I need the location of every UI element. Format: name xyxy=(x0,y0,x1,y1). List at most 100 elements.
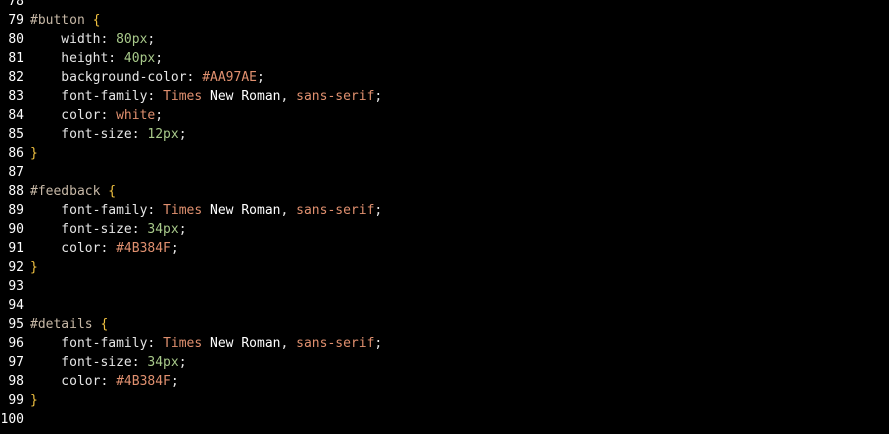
code-line[interactable]: 95 #details { xyxy=(0,315,889,334)
code-token: white xyxy=(116,108,156,123)
code-line[interactable]: 80 width: 80px; xyxy=(0,30,889,49)
line-number: 93 xyxy=(8,279,24,294)
code-line[interactable]: 79 #button { xyxy=(0,11,889,30)
code-token: ; xyxy=(155,51,164,66)
line-number: 78 xyxy=(8,0,24,9)
code-token: font-family: xyxy=(30,89,164,104)
line-number: 81 xyxy=(8,51,24,66)
line-number: 89 xyxy=(8,203,24,218)
code-line[interactable]: 94 xyxy=(0,296,889,315)
code-line[interactable]: 85 font-size: 12px; xyxy=(0,125,889,144)
code-line[interactable]: 90 font-size: 34px; xyxy=(0,220,889,239)
code-line[interactable]: 92} xyxy=(0,258,889,277)
code-text: font-family: Times New Roman, sans-serif… xyxy=(30,87,382,106)
code-token: ; xyxy=(147,32,156,47)
code-token: #button xyxy=(30,13,93,28)
code-token: #4B384F xyxy=(116,374,171,389)
code-token: 12px xyxy=(147,127,179,142)
code-line[interactable]: 98 color: #4B384F; xyxy=(0,372,889,391)
code-line[interactable]: 93 xyxy=(0,277,889,296)
line-number: 97 xyxy=(8,355,24,370)
code-token: height: xyxy=(30,51,124,66)
code-line[interactable]: 97 font-size: 34px; xyxy=(0,353,889,372)
code-token: ; xyxy=(256,70,265,85)
code-line[interactable]: 84 color: white; xyxy=(0,106,889,125)
code-token: } xyxy=(30,260,38,275)
code-token: ; xyxy=(374,89,383,104)
code-token: { xyxy=(108,184,117,199)
code-token: font-family: xyxy=(30,203,164,218)
code-line[interactable]: 83 font-family: Times New Roman, sans-se… xyxy=(0,87,889,106)
code-line[interactable]: 81 height: 40px; xyxy=(0,49,889,68)
code-text: width: 80px; xyxy=(30,30,155,49)
code-token: { xyxy=(92,13,101,28)
code-text: color: white; xyxy=(30,106,163,125)
line-number: 94 xyxy=(8,298,24,313)
code-token: ; xyxy=(178,222,187,237)
code-line[interactable]: 100 xyxy=(0,410,889,429)
code-line[interactable]: 86} xyxy=(0,144,889,163)
code-line[interactable]: 96 font-family: Times New Roman, sans-se… xyxy=(0,334,889,353)
code-token: ; xyxy=(178,127,187,142)
code-text: } xyxy=(30,391,38,410)
code-token: , xyxy=(280,89,297,104)
code-token: #4B384F xyxy=(116,241,171,256)
code-token: Times xyxy=(163,203,203,218)
code-token: font-size: xyxy=(30,127,148,142)
code-token: #details xyxy=(30,317,101,332)
code-text: font-family: Times New Roman, sans-serif… xyxy=(30,201,382,220)
code-text: font-family: Times New Roman, sans-serif… xyxy=(30,334,382,353)
code-token: 40px xyxy=(123,51,156,66)
code-token: 80px xyxy=(116,32,148,47)
line-number: 85 xyxy=(8,127,24,142)
line-number: 95 xyxy=(8,317,24,332)
code-token: color: xyxy=(30,108,117,123)
code-token: Times xyxy=(163,336,203,351)
code-text: #button { xyxy=(30,11,100,30)
code-text: height: 40px; xyxy=(30,49,163,68)
code-token: 34px xyxy=(147,222,179,237)
code-text: #details { xyxy=(30,315,108,334)
code-token: New Roman xyxy=(202,336,281,351)
code-token: ; xyxy=(374,203,383,218)
code-token: } xyxy=(30,146,38,161)
line-number: 99 xyxy=(8,393,24,408)
code-line[interactable]: 87 xyxy=(0,163,889,182)
code-token: sans-serif xyxy=(296,203,375,218)
line-number: 92 xyxy=(8,260,24,275)
code-editor[interactable]: 78 79 #button {80 width: 80px; 81 height: 4… xyxy=(0,0,889,429)
code-line[interactable]: 99} xyxy=(0,391,889,410)
code-token: sans-serif xyxy=(296,89,375,104)
code-line[interactable]: 82 background-color: #AA97AE; xyxy=(0,68,889,87)
line-number: 91 xyxy=(8,241,24,256)
line-number: 80 xyxy=(8,32,24,47)
code-token: font-size: xyxy=(30,355,148,370)
code-token: New Roman xyxy=(202,203,281,218)
line-number: 96 xyxy=(8,336,24,351)
code-token: ; xyxy=(374,336,383,351)
code-line[interactable]: 88 #feedback { xyxy=(0,182,889,201)
code-token: ; xyxy=(170,374,179,389)
line-number: 83 xyxy=(8,89,24,104)
line-number: 84 xyxy=(8,108,24,123)
line-number: 88 xyxy=(8,184,24,199)
code-line[interactable]: 91 color: #4B384F; xyxy=(0,239,889,258)
code-token: ; xyxy=(170,241,179,256)
line-number: 98 xyxy=(8,374,24,389)
line-number: 90 xyxy=(8,222,24,237)
line-number: 100 xyxy=(0,412,24,427)
code-token: Times xyxy=(163,89,203,104)
code-text: font-size: 34px; xyxy=(30,353,186,372)
code-text: font-size: 34px; xyxy=(30,220,187,239)
code-text: color: #4B384F; xyxy=(30,239,179,258)
code-text: #feedback { xyxy=(30,182,116,201)
code-token: sans-serif xyxy=(296,336,375,351)
code-token: } xyxy=(30,393,38,408)
code-token: font-family: xyxy=(30,336,164,351)
code-line[interactable]: 89 font-family: Times New Roman, sans-se… xyxy=(0,201,889,220)
code-token: ; xyxy=(155,108,164,123)
line-number: 86 xyxy=(8,146,24,161)
code-token: #AA97AE xyxy=(202,70,257,85)
line-number: 82 xyxy=(8,70,24,85)
code-line[interactable]: 78 xyxy=(0,0,889,11)
